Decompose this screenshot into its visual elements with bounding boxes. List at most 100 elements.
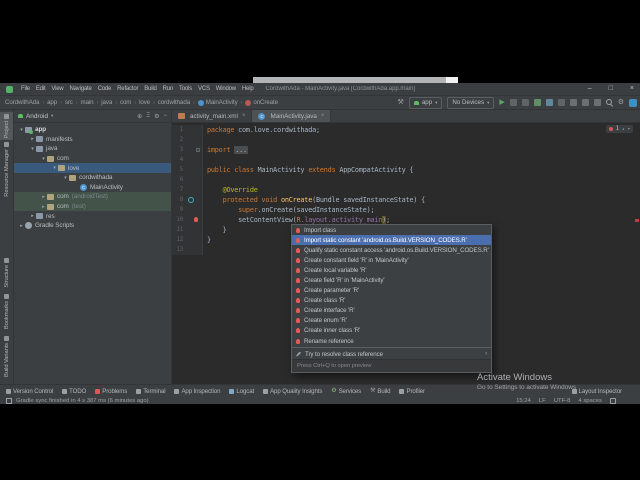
- menu-build[interactable]: Build: [143, 86, 157, 92]
- apply-changes-icon[interactable]: [509, 99, 517, 106]
- breadcrumb-item-cordwithada[interactable]: CordwithAda: [5, 99, 39, 106]
- menu-file[interactable]: File: [20, 86, 31, 92]
- tree-item-com[interactable]: ▾ com: [14, 154, 171, 164]
- run-configuration[interactable]: app ▾: [408, 96, 443, 109]
- sdk-manager-icon[interactable]: [593, 99, 601, 106]
- breadcrumb-item-oncreate[interactable]: onCreate: [245, 99, 278, 106]
- expand-chevron-icon[interactable]: ▾: [18, 127, 25, 133]
- stripe-item-structure[interactable]: Structure: [0, 256, 13, 290]
- popup-item-create-enum-r-[interactable]: Create enum 'R': [292, 316, 491, 326]
- settings-icon[interactable]: ⚙: [618, 99, 624, 107]
- maximize-button[interactable]: □: [609, 83, 613, 95]
- expand-chevron-icon[interactable]: ▾: [62, 175, 69, 181]
- fold-marker-icon[interactable]: [196, 147, 200, 152]
- error-lightbulb-icon[interactable]: [194, 217, 198, 222]
- status-segment-4-spaces[interactable]: 4 spaces: [578, 398, 602, 404]
- menu-navigate[interactable]: Navigate: [69, 86, 93, 92]
- popup-item-create-class-r-[interactable]: Create class 'R': [292, 296, 491, 306]
- breadcrumb-item-cordwithada[interactable]: cordwithada: [158, 99, 190, 106]
- tool-window-button-layout-inspector[interactable]: Layout Inspector: [571, 388, 622, 395]
- error-stripe-mark[interactable]: [635, 219, 639, 222]
- previous-error-icon[interactable]: ▴: [622, 127, 625, 132]
- tree-item-mainactivity[interactable]: C MainActivity: [14, 183, 171, 193]
- stripe-item-project[interactable]: Project: [0, 112, 13, 141]
- menu-view[interactable]: View: [50, 86, 64, 92]
- breadcrumb-item-app[interactable]: app: [47, 99, 57, 106]
- tool-window-button-problems[interactable]: Problems: [95, 388, 127, 395]
- expand-chevron-icon[interactable]: ▸: [29, 213, 36, 219]
- tool-window-button-terminal[interactable]: Terminal: [136, 388, 166, 395]
- lock-icon[interactable]: [610, 397, 616, 404]
- inspection-widget[interactable]: 1 ▴ ▾: [605, 125, 633, 133]
- popup-item-import-static-constant-android-os-build-version-codes-r-[interactable]: Import static constant 'android.os.Build…: [292, 235, 491, 246]
- tool-window-button-services[interactable]: ⚙ Services: [331, 388, 361, 395]
- sync-project-icon[interactable]: [581, 99, 589, 106]
- device-selector[interactable]: No Devices ▾: [447, 96, 495, 109]
- run-icon[interactable]: ▶: [499, 99, 504, 107]
- expand-chevron-icon[interactable]: ▸: [29, 136, 36, 142]
- popup-item-create-inner-class-r-[interactable]: Create inner class 'R': [292, 326, 491, 336]
- popup-item-create-parameter-r-[interactable]: Create parameter 'R': [292, 286, 491, 296]
- tab-activity-main-xml[interactable]: activity_main.xml ×: [172, 110, 253, 122]
- tree-item-com-test-[interactable]: ▸ com (test): [14, 201, 171, 212]
- tree-item-gradle-scripts[interactable]: ▸ Gradle Scripts: [14, 221, 171, 231]
- debug-icon[interactable]: [533, 99, 541, 106]
- popup-item-create-constant-field-r-in-mainactivity-[interactable]: Create constant field 'R' in 'MainActivi…: [292, 255, 491, 265]
- settings-icon[interactable]: ⚙: [154, 113, 159, 120]
- expand-chevron-icon[interactable]: ▾: [51, 165, 58, 171]
- project-view-selector[interactable]: Android: [26, 113, 48, 120]
- build-hammer-icon[interactable]: ⚒: [398, 99, 404, 107]
- breadcrumb-item-java[interactable]: java: [101, 99, 112, 106]
- menu-tools[interactable]: Tools: [178, 86, 193, 92]
- notifications-icon[interactable]: [629, 98, 637, 107]
- tree-item-cordwithada[interactable]: ▾ cordwithada: [14, 173, 171, 183]
- stripe-item-resource-manager[interactable]: Resource Manager: [0, 140, 13, 199]
- device-manager-icon[interactable]: [569, 99, 577, 106]
- popup-item-qualify-static-constant-access-android-os-build-version-codes-r-[interactable]: Qualify static constant access 'android.…: [292, 245, 491, 255]
- popup-item-import-class[interactable]: Import class: [292, 225, 491, 235]
- minimize-button[interactable]: –: [588, 83, 592, 95]
- menu-window[interactable]: Window: [215, 86, 237, 92]
- stop-icon[interactable]: [557, 99, 565, 106]
- tree-item-app[interactable]: ▾ app: [14, 125, 171, 135]
- tool-window-button-profiler[interactable]: Profiler: [399, 388, 425, 395]
- next-error-icon[interactable]: ▾: [627, 127, 630, 132]
- tool-window-button-logcat[interactable]: Logcat: [229, 388, 254, 395]
- breadcrumb-item-src[interactable]: src: [65, 99, 73, 106]
- tree-item-java[interactable]: ▾ java: [14, 144, 171, 154]
- close-button[interactable]: ×: [630, 83, 634, 95]
- tree-item-res[interactable]: ▸ res: [14, 211, 171, 221]
- popup-item-rename-reference[interactable]: Rename reference: [292, 336, 491, 346]
- breadcrumb-item-main[interactable]: main: [81, 99, 94, 106]
- menu-help[interactable]: Help: [241, 86, 255, 92]
- stripe-item-build-variants[interactable]: Build Variants: [0, 334, 13, 379]
- expand-chevron-icon[interactable]: ▸: [18, 223, 25, 229]
- expand-chevron-icon[interactable]: ▾: [29, 146, 36, 152]
- close-tab-icon[interactable]: ×: [321, 113, 325, 119]
- collapse-all-icon[interactable]: Ξ: [146, 113, 150, 120]
- tool-window-button-app-quality-insights[interactable]: App Quality Insights: [263, 388, 322, 395]
- apply-code-changes-icon[interactable]: [521, 99, 529, 106]
- tool-window-button-app-inspection[interactable]: App Inspection: [174, 388, 220, 395]
- menu-refactor[interactable]: Refactor: [116, 86, 139, 92]
- menu-vcs[interactable]: VCS: [197, 86, 211, 92]
- status-segment-lf[interactable]: LF: [539, 398, 546, 404]
- search-everywhere-icon[interactable]: [605, 99, 613, 106]
- breadcrumb-item-com[interactable]: com: [120, 99, 131, 106]
- tool-window-button-todo[interactable]: TODO: [62, 388, 86, 395]
- expand-chevron-icon[interactable]: ▸: [40, 194, 47, 200]
- popup-item-try-to-resolve-class-reference[interactable]: Try to resolve class reference ›: [292, 349, 491, 359]
- expand-chevron-icon[interactable]: ▾: [40, 156, 47, 162]
- stripe-item-bookmarks[interactable]: Bookmarks: [0, 292, 13, 331]
- tree-item-love[interactable]: ▾ love: [14, 163, 171, 173]
- close-tab-icon[interactable]: ×: [242, 113, 246, 119]
- breadcrumb-item-mainactivity[interactable]: MainActivity: [197, 99, 238, 106]
- popup-item-create-field-r-in-mainactivity-[interactable]: Create field 'R' in 'MainActivity': [292, 275, 491, 285]
- popup-item-create-local-variable-r-[interactable]: Create local variable 'R': [292, 265, 491, 275]
- tree-item-manifests[interactable]: ▸ manifests: [14, 135, 171, 145]
- tab-mainactivity-java[interactable]: C MainActivity.java ×: [252, 110, 332, 122]
- locate-icon[interactable]: ⊕: [137, 113, 142, 120]
- status-segment-15-24[interactable]: 15:24: [516, 398, 531, 404]
- status-segment-utf-8[interactable]: UTF-8: [554, 398, 571, 404]
- tree-item-com-androidtest-[interactable]: ▸ com (androidTest): [14, 192, 171, 202]
